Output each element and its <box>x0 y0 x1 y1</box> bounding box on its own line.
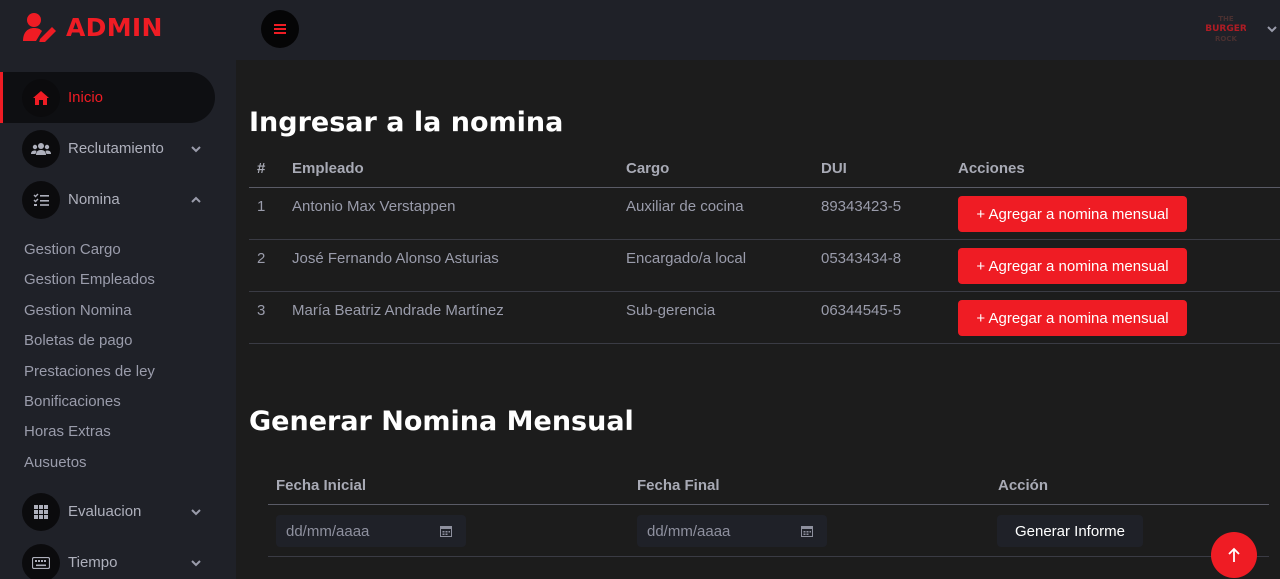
logo-text-burger: BURGER <box>1206 24 1246 34</box>
user-edit-icon <box>23 13 56 42</box>
col-header-empleado: Empleado <box>292 160 364 177</box>
calendar-icon[interactable] <box>440 525 452 537</box>
form-row: dd/mm/aaaa dd/mm/aaaa Generar Informe <box>268 505 1269 557</box>
home-icon <box>33 90 49 105</box>
chevron-down-icon <box>191 559 201 566</box>
cell-cargo: Encargado/a local <box>626 250 747 267</box>
sidebar-item-nomina[interactable]: Nomina <box>0 174 215 225</box>
col-header-fecha-inicial: Fecha Inicial <box>276 477 367 494</box>
cell-empleado: María Beatriz Andrade Martínez <box>292 302 504 319</box>
submenu-bonificaciones[interactable]: Bonificaciones <box>24 393 121 410</box>
fecha-inicial-input[interactable]: dd/mm/aaaa <box>276 515 466 547</box>
submenu-prestaciones-de-ley[interactable]: Prestaciones de ley <box>24 363 155 380</box>
col-header-cargo: Cargo <box>626 160 670 177</box>
menu-toggle-button[interactable] <box>261 10 299 48</box>
keyboard-icon <box>32 556 50 569</box>
add-to-payroll-button[interactable]: + Agregar a nomina mensual <box>958 300 1187 336</box>
brand-title: ADMIN <box>66 12 163 42</box>
burger-rock-logo[interactable]: THE BURGER ROCK <box>1206 13 1246 45</box>
chevron-down-icon <box>191 508 201 515</box>
nav-icon-circle <box>22 492 60 531</box>
sidebar-item-label: Inicio <box>68 89 104 106</box>
nav-icon-circle <box>22 78 60 117</box>
list-check-icon <box>33 193 49 206</box>
section-title-ingresar: Ingresar a la nomina <box>249 107 564 138</box>
col-header-num: # <box>257 160 266 177</box>
section-title-generar: Generar Nomina Mensual <box>249 406 634 437</box>
sidebar-item-label: Reclutamiento <box>68 140 164 157</box>
col-header-acciones: Acciones <box>958 160 1025 177</box>
nav-icon-circle <box>22 180 60 219</box>
submenu-gestion-nomina[interactable]: Gestion Nomina <box>24 302 132 319</box>
col-header-dui: DUI <box>821 160 847 177</box>
calendar-icon[interactable] <box>801 525 813 537</box>
cell-num: 2 <box>257 250 266 267</box>
generate-report-button[interactable]: Generar Informe <box>997 515 1143 547</box>
nav-icon-circle <box>22 543 60 579</box>
logo-text-the: THE <box>1218 15 1234 23</box>
cell-num: 3 <box>257 302 266 319</box>
add-to-payroll-button[interactable]: + Agregar a nomina mensual <box>958 248 1187 284</box>
cell-cargo: Sub-gerencia <box>626 302 716 319</box>
table-row: 2 José Fernando Alonso Asturias Encargad… <box>249 240 1280 292</box>
cell-dui: 05343434-8 <box>821 250 902 267</box>
col-header-fecha-final: Fecha Final <box>637 477 720 494</box>
form-header: Fecha Inicial Fecha Final Acción <box>268 470 1269 505</box>
fecha-final-input[interactable]: dd/mm/aaaa <box>637 515 827 547</box>
employees-table: # Empleado Cargo DUI Acciones 1 Antonio … <box>249 150 1280 344</box>
main-content: Ingresar a la nomina # Empleado Cargo DU… <box>236 60 1280 579</box>
fecha-final-placeholder: dd/mm/aaaa <box>647 522 731 540</box>
grid-icon <box>34 504 48 519</box>
submenu-gestion-empleados[interactable]: Gestion Empleados <box>24 271 155 288</box>
col-header-accion: Acción <box>998 477 1049 494</box>
chevron-down-icon <box>191 145 201 152</box>
users-icon <box>31 142 51 155</box>
nav-icon-circle <box>22 129 60 168</box>
hamburger-icon <box>274 24 286 34</box>
cell-empleado: Antonio Max Verstappen <box>292 198 456 215</box>
cell-empleado: José Fernando Alonso Asturias <box>292 250 499 267</box>
submenu-ausuetos[interactable]: Ausuetos <box>24 454 87 471</box>
fecha-inicial-placeholder: dd/mm/aaaa <box>286 522 370 540</box>
submenu-boletas-de-pago[interactable]: Boletas de pago <box>24 332 132 349</box>
sidebar-item-label: Tiempo <box>68 554 118 571</box>
cell-cargo: Auxiliar de cocina <box>626 198 744 215</box>
sidebar-item-tiempo[interactable]: Tiempo <box>0 537 215 579</box>
cell-dui: 06344545-5 <box>821 302 902 319</box>
sidebar-item-reclutamiento[interactable]: Reclutamiento <box>0 123 215 174</box>
sidebar-item-label: Evaluacion <box>68 503 142 520</box>
cell-num: 1 <box>257 198 266 215</box>
scroll-to-top-button[interactable] <box>1211 532 1257 578</box>
cell-dui: 89343423-5 <box>821 198 902 215</box>
sidebar-item-label: Nomina <box>68 191 120 208</box>
table-header: # Empleado Cargo DUI Acciones <box>249 150 1280 188</box>
submenu-horas-extras[interactable]: Horas Extras <box>24 423 111 440</box>
chevron-down-icon[interactable] <box>1267 24 1277 34</box>
chevron-up-icon <box>191 196 201 203</box>
table-row: 3 María Beatriz Andrade Martínez Sub-ger… <box>249 292 1280 344</box>
logo-text-rock: ROCK <box>1215 35 1237 43</box>
sidebar-item-evaluacion[interactable]: Evaluacion <box>0 486 215 537</box>
arrow-up-icon <box>1228 547 1240 562</box>
submenu-gestion-cargo[interactable]: Gestion Cargo <box>24 241 121 258</box>
brand[interactable]: ADMIN <box>22 10 163 44</box>
table-row: 1 Antonio Max Verstappen Auxiliar de coc… <box>249 188 1280 240</box>
sidebar-item-inicio[interactable]: Inicio <box>0 72 215 123</box>
topbar: THE BURGER ROCK <box>236 0 1280 60</box>
sidebar: ADMIN Inicio Reclutamiento Nomina Gestio… <box>0 0 236 579</box>
add-to-payroll-button[interactable]: + Agregar a nomina mensual <box>958 196 1187 232</box>
generate-payroll-form: Fecha Inicial Fecha Final Acción dd/mm/a… <box>268 470 1269 557</box>
